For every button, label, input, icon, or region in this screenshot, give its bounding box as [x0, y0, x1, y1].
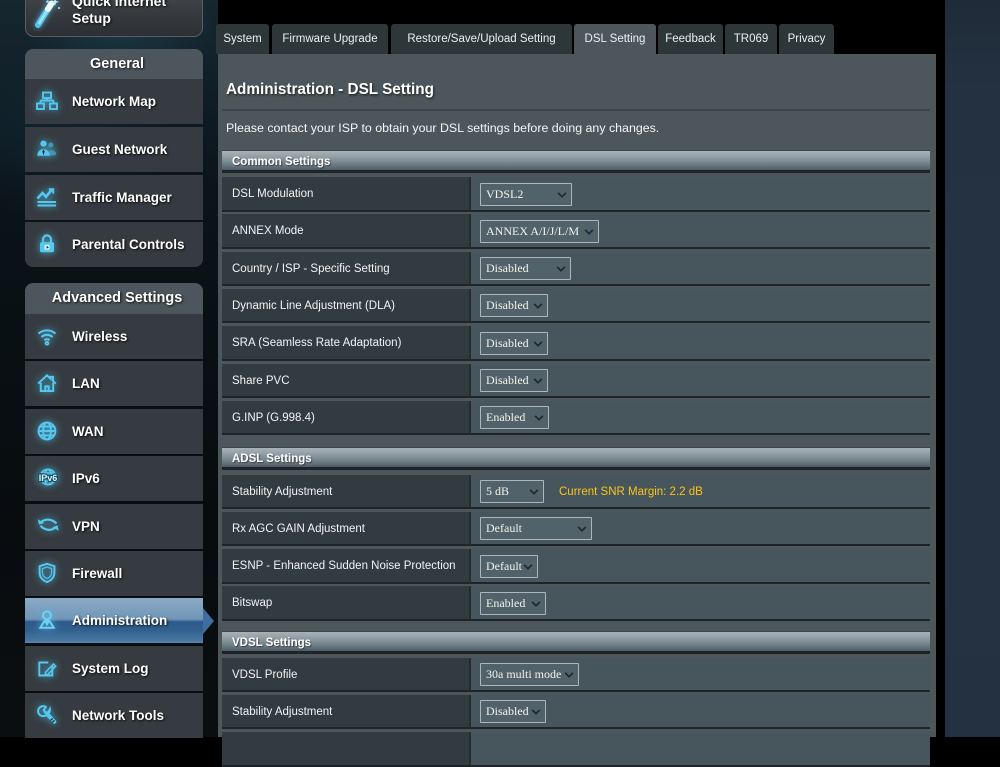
svg-text:IPv6: IPv6	[39, 473, 58, 483]
